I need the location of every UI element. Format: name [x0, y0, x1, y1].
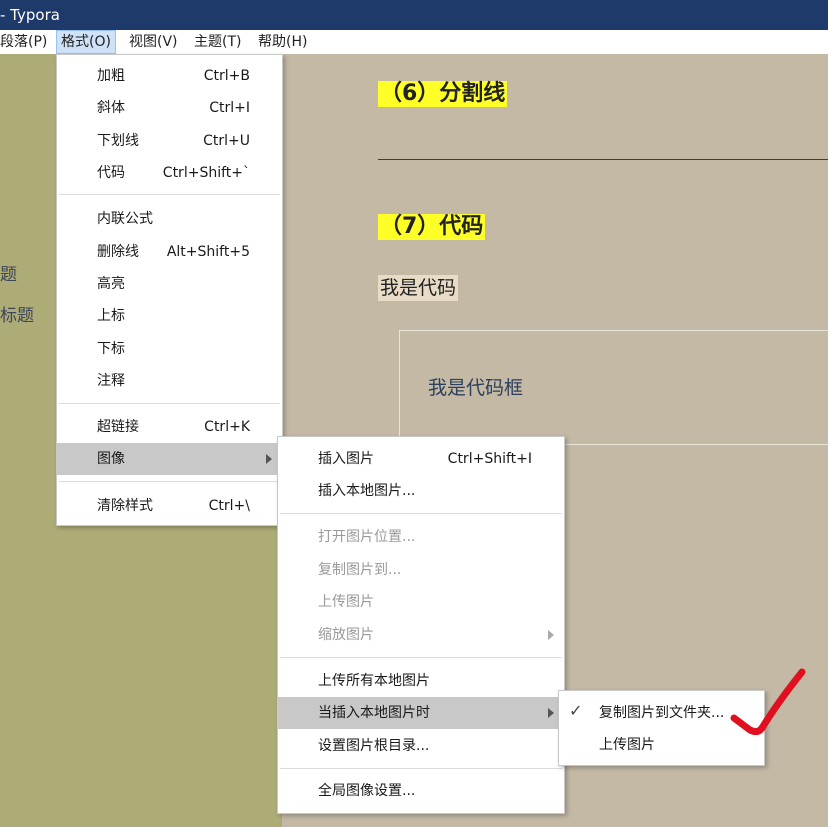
menu-item-label: 上传所有本地图片 [318, 673, 430, 689]
menu-item-upload-image[interactable]: 上传图片 [278, 586, 564, 618]
image-submenu: 插入图片 Ctrl+Shift+I 插入本地图片... 打开图片位置... 复制… [277, 436, 565, 814]
menu-item-label: 全局图像设置... [318, 783, 416, 799]
menu-item-insert-image[interactable]: 插入图片 Ctrl+Shift+I [278, 443, 564, 475]
menu-item-label: 设置图片根目录... [318, 738, 430, 754]
menu-item-label: 注释 [97, 373, 125, 389]
menu-view[interactable]: 视图(V) [125, 30, 182, 54]
menu-item-label: 上标 [97, 308, 125, 324]
menu-item-label: 删除线 [97, 244, 139, 260]
menu-separator [280, 657, 562, 658]
menu-item-shortcut: Ctrl+Shift+` [162, 165, 250, 181]
menu-separator [280, 768, 562, 769]
heading-7[interactable]: （7）代码 [378, 214, 486, 240]
menu-separator [59, 481, 280, 482]
menu-item-upload-all-local[interactable]: 上传所有本地图片 [278, 665, 564, 697]
menu-bar: 段落(P) 格式(O) 视图(V) 主题(T) 帮助(H) [0, 30, 828, 54]
menu-item-image[interactable]: 图像 [57, 443, 282, 475]
menu-item-code[interactable]: 代码 Ctrl+Shift+` [57, 157, 282, 189]
chevron-right-icon [548, 630, 554, 640]
menu-item-superscript[interactable]: 上标 [57, 300, 282, 332]
menu-item-label: 清除样式 [97, 498, 153, 514]
heading-6[interactable]: （6）分割线 [378, 81, 508, 107]
menu-item-label: 图像 [97, 451, 125, 467]
menu-item-when-insert-local[interactable]: 当插入本地图片时 [278, 697, 564, 729]
menu-item-label: 当插入本地图片时 [318, 705, 430, 721]
format-menu: 加粗 Ctrl+B 斜体 Ctrl+I 下划线 Ctrl+U 代码 Ctrl+S… [56, 54, 283, 526]
menu-item-shortcut: Ctrl+U [203, 133, 250, 149]
menu-item-label: 斜体 [97, 100, 125, 116]
menu-item-shortcut: Ctrl+\ [208, 498, 250, 514]
menu-item-insert-local-image[interactable]: 插入本地图片... [278, 475, 564, 507]
menu-item-shortcut: Alt+Shift+5 [166, 244, 250, 260]
menu-item-highlight[interactable]: 高亮 [57, 268, 282, 300]
menu-item-clear-format[interactable]: 清除样式 Ctrl+\ [57, 490, 282, 522]
menu-item-label: 缩放图片 [318, 627, 374, 643]
chevron-right-icon [548, 708, 554, 718]
menu-item-shortcut: Ctrl+B [203, 68, 250, 84]
menu-item-label: 上传图片 [599, 737, 655, 753]
menu-theme[interactable]: 主题(T) [190, 30, 245, 54]
menu-item-global-image-settings[interactable]: 全局图像设置... [278, 775, 564, 807]
checkmark-icon: ✓ [569, 701, 583, 720]
code-block-text[interactable]: 我是代码框 [428, 373, 523, 400]
menu-item-label: 加粗 [97, 68, 125, 84]
menu-item-italic[interactable]: 斜体 Ctrl+I [57, 92, 282, 124]
menu-item-shortcut: Ctrl+K [204, 419, 250, 435]
menu-item-label: 高亮 [97, 276, 125, 292]
chevron-right-icon [266, 454, 272, 464]
menu-item-label: 打开图片位置... [318, 529, 416, 545]
menu-item-hyperlink[interactable]: 超链接 Ctrl+K [57, 411, 282, 443]
menu-separator [280, 513, 562, 514]
menu-item-set-image-root[interactable]: 设置图片根目录... [278, 730, 564, 762]
menu-item-underline[interactable]: 下划线 Ctrl+U [57, 125, 282, 157]
menu-format[interactable]: 格式(O) [56, 30, 116, 54]
outline-item[interactable]: 标题 [0, 301, 34, 326]
menu-item-label: 上传图片 [318, 594, 374, 610]
menu-item-subscript[interactable]: 下标 [57, 333, 282, 365]
menu-item-label: 超链接 [97, 419, 139, 435]
menu-separator [59, 403, 280, 404]
menu-item-copy-image-to[interactable]: 复制图片到... [278, 554, 564, 586]
menu-item-shortcut: Ctrl+I [209, 100, 250, 116]
menu-item-label: 下划线 [97, 133, 139, 149]
menu-item-shortcut: Ctrl+Shift+I [447, 451, 532, 467]
menu-item-label: 插入图片 [318, 451, 374, 467]
menu-item-bold[interactable]: 加粗 Ctrl+B [57, 60, 282, 92]
menu-item-label: 复制图片到... [318, 562, 402, 578]
red-checkmark-annotation-icon [730, 668, 806, 736]
menu-item-label: 内联公式 [97, 211, 153, 227]
menu-item-strikethrough[interactable]: 删除线 Alt+Shift+5 [57, 236, 282, 268]
menu-separator [59, 194, 280, 195]
horizontal-rule [378, 159, 828, 160]
title-bar: - Typora [0, 0, 828, 30]
menu-item-label: 代码 [97, 165, 125, 181]
menu-item-zoom-image[interactable]: 缩放图片 [278, 619, 564, 651]
menu-item-label: 复制图片到文件夹... [599, 705, 725, 721]
menu-item-label: 下标 [97, 341, 125, 357]
menu-help[interactable]: 帮助(H) [254, 30, 311, 54]
inline-code[interactable]: 我是代码 [378, 275, 459, 301]
menu-item-inline-math[interactable]: 内联公式 [57, 203, 282, 235]
window-title: - Typora [0, 6, 60, 24]
menu-item-label: 插入本地图片... [318, 483, 416, 499]
outline-item[interactable]: 题 [0, 260, 17, 285]
menu-item-open-image-location[interactable]: 打开图片位置... [278, 521, 564, 553]
menu-item-comment[interactable]: 注释 [57, 365, 282, 397]
menu-paragraph[interactable]: 段落(P) [0, 30, 51, 54]
